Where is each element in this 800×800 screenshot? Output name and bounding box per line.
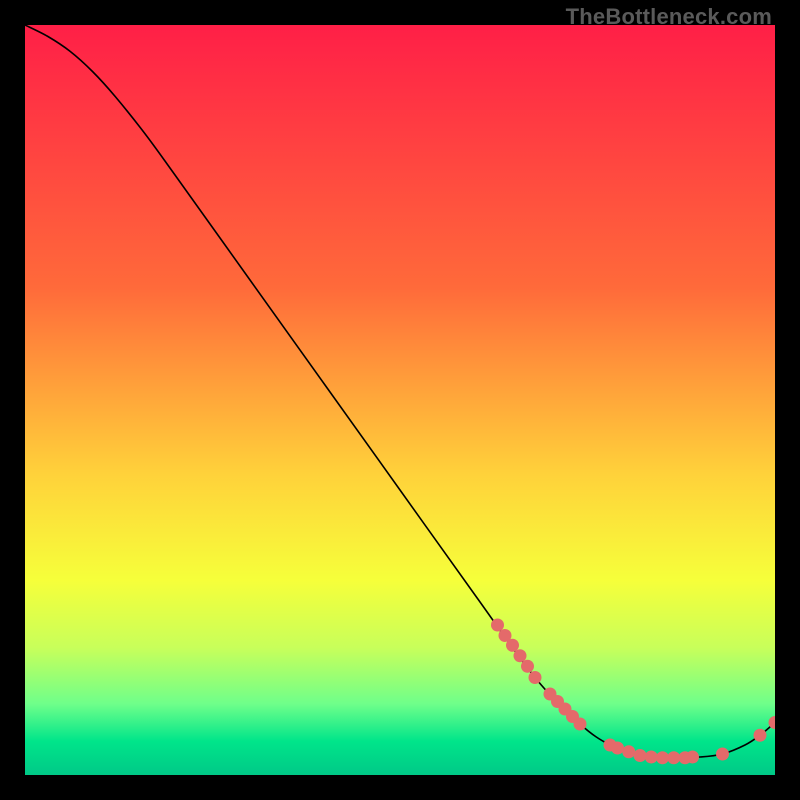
data-marker	[611, 742, 624, 755]
data-marker	[667, 751, 680, 764]
chart-stage: TheBottleneck.com	[0, 0, 800, 800]
data-marker	[634, 749, 647, 762]
data-marker	[514, 649, 527, 662]
data-marker	[754, 729, 767, 742]
data-marker	[529, 671, 542, 684]
plot-area	[25, 25, 775, 775]
data-marker	[716, 748, 729, 761]
data-marker	[645, 751, 658, 764]
plot-background	[25, 25, 775, 775]
data-marker	[656, 751, 669, 764]
data-marker	[622, 745, 635, 758]
data-marker	[506, 639, 519, 652]
data-marker	[521, 660, 534, 673]
chart-svg	[25, 25, 775, 775]
data-marker	[686, 751, 699, 764]
data-marker	[574, 718, 587, 731]
data-marker	[491, 619, 504, 632]
